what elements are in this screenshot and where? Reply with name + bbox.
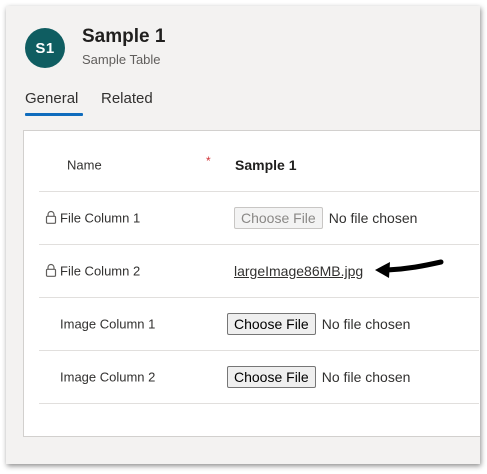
field-row-image-column-1: Image Column 1 Choose File No file chose… [39,298,479,351]
field-label-image-column-1: Image Column 1 [60,316,156,332]
tab-related[interactable]: Related [101,90,153,107]
file-status-text: No file chosen [328,210,418,226]
file-input-file-column-1: Choose File No file chosen [234,207,417,229]
file-input-image-column-2: Choose File No file chosen [227,366,410,388]
record-title: Sample 1 [82,26,166,47]
field-label-file-column-1: File Column 1 [60,210,141,226]
field-label-image-column-2: Image Column 2 [60,369,156,385]
file-status-text: No file chosen [321,369,411,385]
name-value[interactable]: Sample 1 [235,157,296,173]
form-window: S1 Sample 1 Sample Table General Related… [6,6,480,464]
record-header: S1 Sample 1 Sample Table General Related [6,6,480,126]
uploaded-file-link[interactable]: largeImage86MB.jpg [234,263,363,279]
tab-selected-indicator [25,113,83,116]
choose-file-button-disabled: Choose File [234,207,323,229]
field-label-file-column-2: File Column 2 [60,263,141,279]
field-row-name: Name * Sample 1 [39,139,479,192]
required-indicator: * [206,154,211,168]
file-status-text: No file chosen [321,316,411,332]
field-label-name: Name [67,157,102,173]
general-section: Name * Sample 1 File Column 1 Choose Fil… [23,130,480,437]
tab-general[interactable]: General [25,90,78,107]
choose-file-button[interactable]: Choose File [227,313,316,335]
lock-icon [45,210,57,224]
field-row-image-column-2: Image Column 2 Choose File No file chose… [39,351,479,404]
field-row-file-column-1: File Column 1 Choose File No file chosen [39,192,479,245]
arrow-icon [375,259,444,278]
file-input-image-column-1: Choose File No file chosen [227,313,410,335]
avatar: S1 [25,28,65,68]
record-subtitle: Sample Table [82,52,161,67]
choose-file-button[interactable]: Choose File [227,366,316,388]
lock-icon [45,263,57,277]
